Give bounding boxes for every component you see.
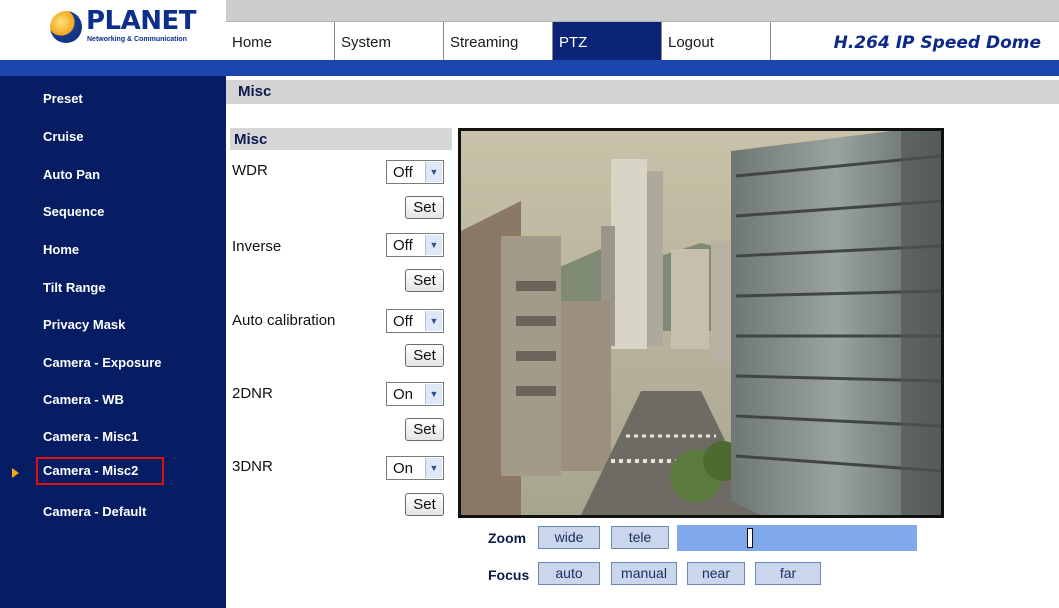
sidebar-item-camera-misc2[interactable]: Camera - Misc2 xyxy=(36,457,164,485)
top-strip xyxy=(226,0,1059,22)
sidebar-item-camera-default[interactable]: Camera - Default xyxy=(36,498,164,526)
3dnr-label: 3DNR xyxy=(232,458,273,475)
3dnr-value: On xyxy=(393,460,414,477)
tab-streaming[interactable]: Streaming xyxy=(444,22,553,60)
chevron-down-icon: ▼ xyxy=(425,235,442,255)
globe-icon xyxy=(50,11,82,43)
form-title: Misc xyxy=(234,131,268,148)
2dnr-label: 2DNR xyxy=(232,385,273,402)
planet-logo: PLANET Networking & Communication xyxy=(50,6,200,47)
logo-area: PLANET Networking & Communication xyxy=(0,0,226,60)
inverse-label: Inverse xyxy=(232,238,282,255)
tab-ptz[interactable]: PTZ xyxy=(553,22,662,60)
auto-calibration-value: Off xyxy=(393,313,413,330)
focus-auto-button[interactable]: auto xyxy=(538,562,600,585)
header-divider-bar xyxy=(0,60,1059,76)
sidebar-item-home[interactable]: Home xyxy=(36,236,164,264)
sidebar-item-camera-exposure[interactable]: Camera - Exposure xyxy=(36,349,164,377)
sidebar: Preset Cruise Auto Pan Sequence Home Til… xyxy=(0,76,226,608)
3dnr-select[interactable]: On ▼ xyxy=(386,456,444,480)
wdr-value: Off xyxy=(393,164,413,181)
form-header: Misc xyxy=(230,128,452,150)
2dnr-select[interactable]: On ▼ xyxy=(386,382,444,406)
sidebar-item-camera-misc1[interactable]: Camera - Misc1 xyxy=(36,423,164,451)
chevron-down-icon: ▼ xyxy=(425,162,442,182)
focus-near-button[interactable]: near xyxy=(687,562,745,585)
sidebar-item-sequence[interactable]: Sequence xyxy=(36,198,164,226)
2dnr-value: On xyxy=(393,386,414,403)
chevron-down-icon: ▼ xyxy=(425,311,442,331)
focus-label: Focus xyxy=(488,567,530,583)
sidebar-item-tilt-range[interactable]: Tilt Range xyxy=(36,274,164,302)
wdr-set-button[interactable]: Set xyxy=(405,196,444,219)
inverse-select[interactable]: Off ▼ xyxy=(386,233,444,257)
3dnr-set-button[interactable]: Set xyxy=(405,493,444,516)
inverse-set-button[interactable]: Set xyxy=(405,269,444,292)
logo-text: PLANET xyxy=(86,6,197,36)
sidebar-item-privacy-mask[interactable]: Privacy Mask xyxy=(36,311,164,339)
focus-far-button[interactable]: far xyxy=(755,562,821,585)
zoom-label: Zoom xyxy=(488,530,527,546)
auto-calibration-select[interactable]: Off ▼ xyxy=(386,309,444,333)
zoom-slider-handle[interactable] xyxy=(747,528,753,548)
auto-calibration-label: Auto calibration xyxy=(232,312,336,329)
sidebar-item-preset[interactable]: Preset xyxy=(36,85,164,113)
sidebar-item-camera-wb[interactable]: Camera - WB xyxy=(36,386,164,414)
tab-home[interactable]: Home xyxy=(226,22,335,60)
zoom-wide-button[interactable]: wide xyxy=(538,526,600,549)
page-title: Misc xyxy=(238,83,272,100)
inverse-value: Off xyxy=(393,237,413,254)
focus-manual-button[interactable]: manual xyxy=(611,562,677,585)
main-nav: Home System Streaming PTZ Logout H.264 I… xyxy=(226,22,1059,60)
sidebar-item-cruise[interactable]: Cruise xyxy=(36,123,164,151)
wdr-select[interactable]: Off ▼ xyxy=(386,160,444,184)
zoom-tele-button[interactable]: tele xyxy=(611,526,669,549)
product-title: H.264 IP Speed Dome xyxy=(833,33,1041,53)
tab-logout[interactable]: Logout xyxy=(662,22,771,60)
camera-scene-image xyxy=(461,131,941,515)
camera-live-view[interactable] xyxy=(458,128,944,518)
wdr-label: WDR xyxy=(232,162,268,179)
current-page-arrow-icon xyxy=(12,468,19,478)
tab-system[interactable]: System xyxy=(335,22,444,60)
section-header: Misc xyxy=(226,80,1059,104)
2dnr-set-button[interactable]: Set xyxy=(405,418,444,441)
chevron-down-icon: ▼ xyxy=(425,384,442,404)
chevron-down-icon: ▼ xyxy=(425,458,442,478)
auto-calibration-set-button[interactable]: Set xyxy=(405,344,444,367)
logo-subtitle: Networking & Communication xyxy=(87,36,187,43)
zoom-slider[interactable] xyxy=(677,525,917,551)
sidebar-item-auto-pan[interactable]: Auto Pan xyxy=(36,161,164,189)
